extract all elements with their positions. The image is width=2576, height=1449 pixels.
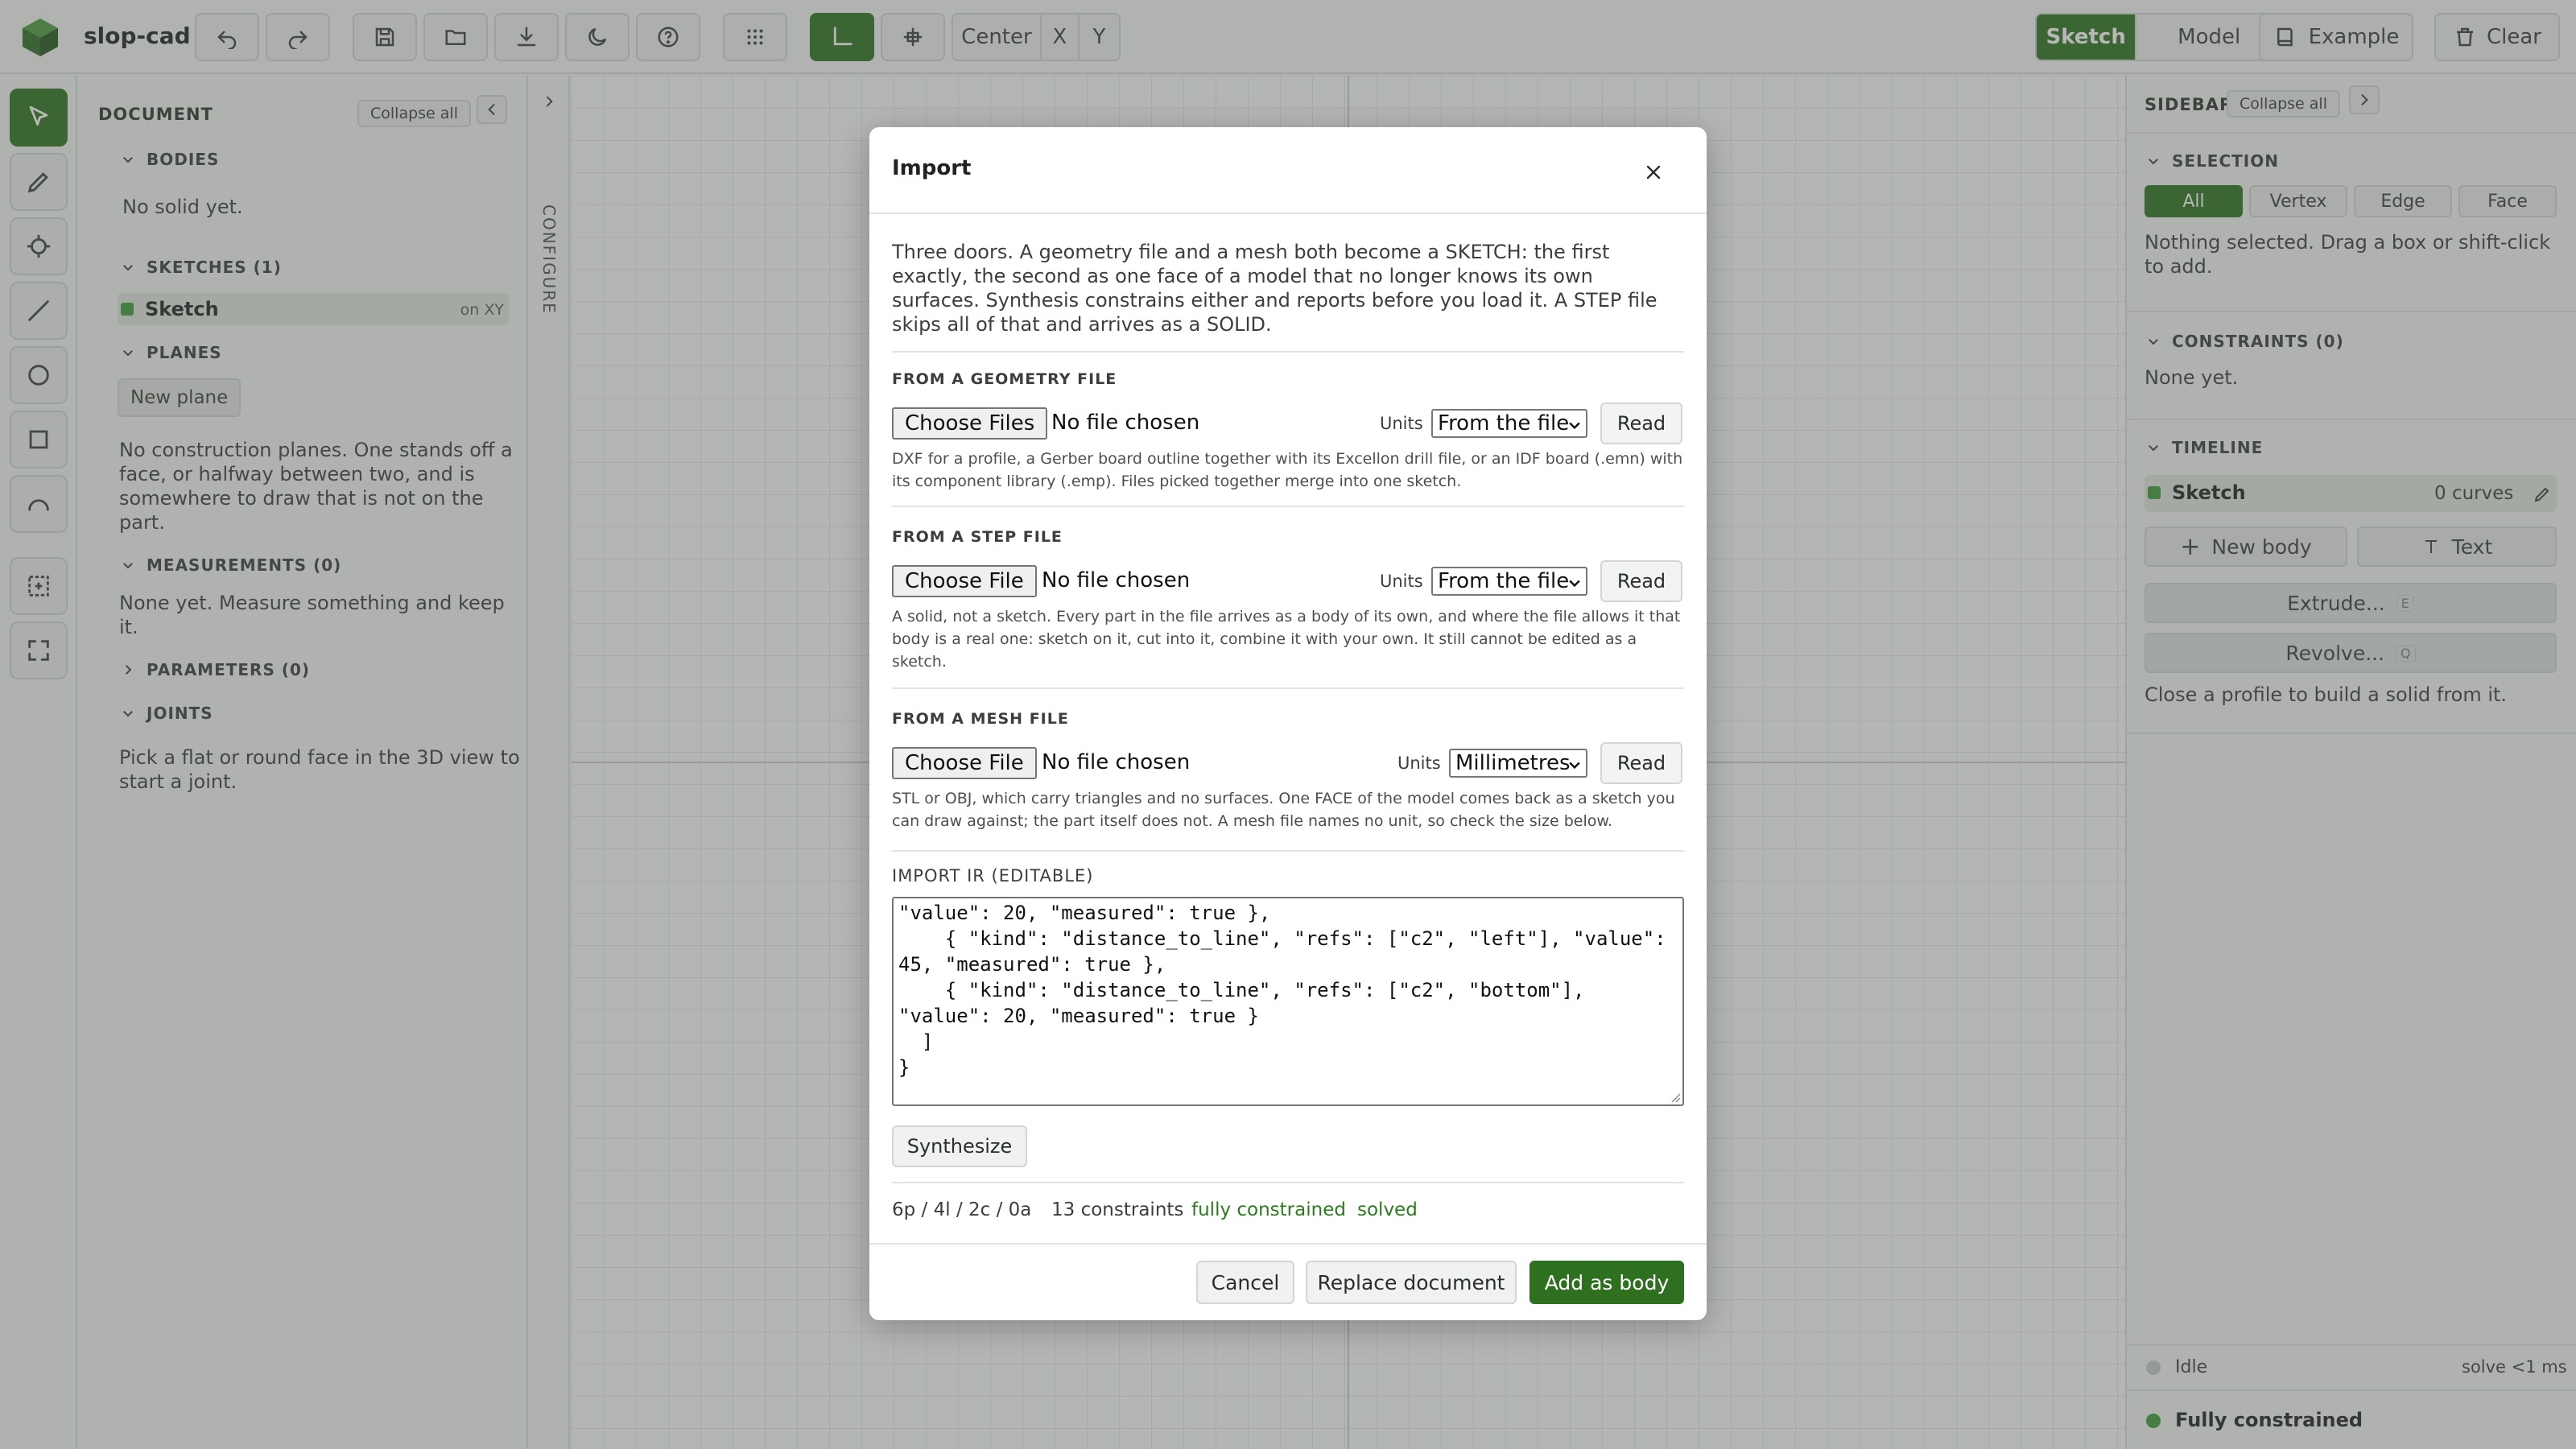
step-units-select[interactable]: From the file [1431,567,1587,596]
import-constrained-badge: fully constrained [1191,1199,1346,1220]
mesh-units-label: Units [1397,753,1441,773]
geometry-units-label: Units [1380,414,1423,433]
step-units-label: Units [1380,572,1423,591]
dialog-intro: Three doors. A geometry file and a mesh … [892,241,1657,336]
chevron-down-icon [1569,762,1580,770]
mesh-units-value: Millimetres [1455,751,1571,775]
geometry-choose-files-button[interactable]: Choose Files [892,407,1048,440]
mesh-file-header: FROM A MESH FILE [892,710,1069,728]
synthesize-button[interactable]: Synthesize [892,1125,1027,1167]
chevron-down-icon [1569,422,1580,430]
geometry-file-header: FROM A GEOMETRY FILE [892,370,1117,388]
step-units-value: From the file [1438,569,1570,593]
geometry-units-select[interactable]: From the file [1431,409,1587,438]
import-counts: 6p / 4l / 2c / 0a [892,1199,1032,1220]
geometry-no-file: No file chosen [1051,411,1200,435]
divider [869,213,1707,214]
chevron-down-icon [1569,580,1580,588]
import-ir-content: "value": 20, "measured": true }, { "kind… [898,902,1666,1079]
mesh-no-file: No file chosen [1042,750,1191,774]
step-file-header: FROM A STEP FILE [892,528,1063,546]
resize-grip-icon[interactable] [1668,1090,1681,1103]
divider [892,506,1684,507]
geometry-units-value: From the file [1438,411,1570,436]
replace-document-button[interactable]: Replace document [1306,1261,1517,1304]
divider [892,850,1684,852]
mesh-help: STL or OBJ, which carry triangles and no… [892,790,1675,830]
close-dialog-button[interactable] [1636,155,1671,190]
divider [892,1182,1684,1183]
mesh-units-select[interactable]: Millimetres [1449,749,1587,778]
import-constraint-count: 13 constraints [1051,1199,1184,1220]
geometry-read-button[interactable]: Read [1600,402,1682,444]
import-solved-badge: solved [1357,1199,1418,1220]
step-choose-file-button[interactable]: Choose File [892,565,1037,597]
step-read-button[interactable]: Read [1600,560,1682,602]
step-no-file: No file chosen [1042,568,1191,592]
dialog-title: Import [892,156,972,180]
divider [869,1243,1707,1245]
add-as-body-button[interactable]: Add as body [1530,1261,1684,1304]
divider [892,687,1684,689]
close-icon [1646,165,1661,180]
import-ir-label: IMPORT IR (EDITABLE) [892,866,1094,886]
import-ir-textarea[interactable]: "value": 20, "measured": true }, { "kind… [892,897,1684,1106]
mesh-read-button[interactable]: Read [1600,742,1682,784]
geometry-help: DXF for a profile, a Gerber board outlin… [892,450,1683,490]
import-dialog: Import Three doors. A geometry file and … [869,127,1707,1320]
divider [892,351,1684,353]
mesh-choose-file-button[interactable]: Choose File [892,747,1037,779]
step-help: A solid, not a sketch. Every part in the… [892,608,1681,671]
cancel-button[interactable]: Cancel [1196,1261,1294,1304]
